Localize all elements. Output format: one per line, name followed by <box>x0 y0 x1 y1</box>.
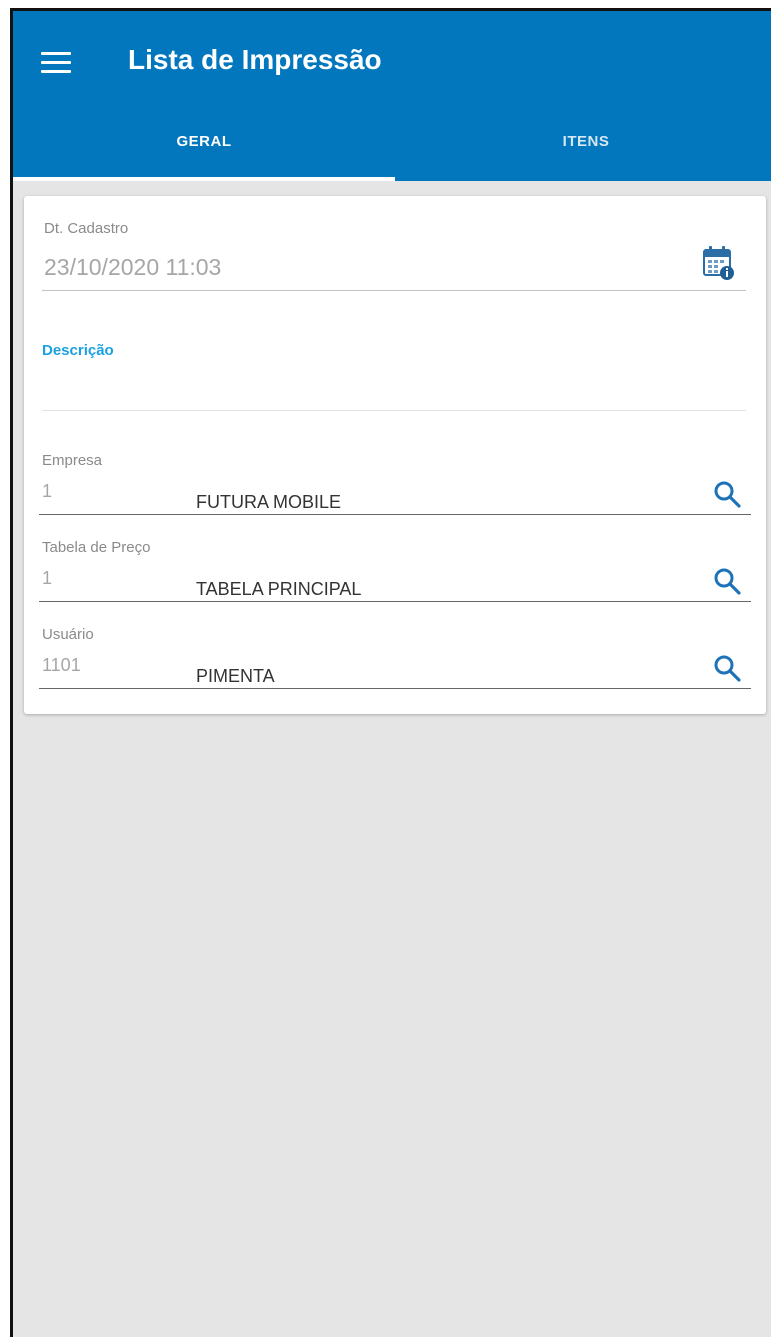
usuario-code-field[interactable]: 1101 <box>42 655 81 676</box>
usuario-name: PIMENTA <box>196 666 275 686</box>
empresa-search-icon[interactable] <box>712 479 742 509</box>
hamburger-menu-icon[interactable] <box>41 52 71 74</box>
dt-cadastro-underline <box>42 290 746 291</box>
tabela-preco-search-icon[interactable] <box>712 566 742 596</box>
usuario-underline <box>39 688 751 689</box>
tabela-preco-name: TABELA PRINCIPAL <box>196 579 362 599</box>
page-title: Lista de Impressão <box>128 44 382 75</box>
descricao-label: Descrição <box>42 342 114 359</box>
empresa-underline <box>39 514 751 515</box>
app-bar: Lista de Impressão GERAL ITENS <box>13 11 771 181</box>
dt-cadastro-label: Dt. Cadastro <box>44 220 129 237</box>
tab-geral[interactable]: GERAL <box>13 111 395 181</box>
tabela-preco-code-field[interactable]: 1 <box>42 568 52 589</box>
tabela-preco-underline <box>39 601 751 602</box>
usuario-search-icon[interactable] <box>712 653 742 683</box>
empresa-name: FUTURA MOBILE <box>196 492 342 512</box>
calendar-info-icon[interactable] <box>702 245 736 281</box>
descricao-input[interactable] <box>42 366 746 406</box>
descricao-underline <box>42 410 746 411</box>
tabela-preco-label: Tabela de Preço <box>42 539 151 556</box>
empresa-label: Empresa <box>42 452 103 469</box>
form-card: Dt. Cadastro 23/10/2020 11:03 Descrição … <box>24 196 766 714</box>
tab-itens[interactable]: ITENS <box>395 111 771 181</box>
empresa-code-field[interactable]: 1 <box>42 481 52 502</box>
dt-cadastro-field[interactable]: 23/10/2020 11:03 <box>44 254 221 281</box>
app-screen: Lista de Impressão GERAL ITENS Dt. Cadas… <box>10 8 771 1337</box>
usuario-label: Usuário <box>42 626 94 643</box>
active-tab-indicator <box>13 177 395 181</box>
